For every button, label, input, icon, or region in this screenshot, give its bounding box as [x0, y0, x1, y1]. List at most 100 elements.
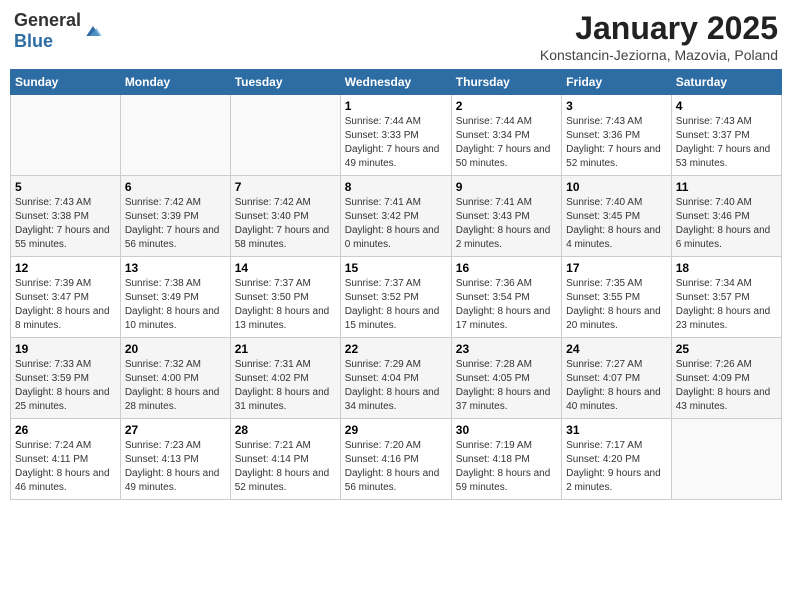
calendar-cell: 23 Sunrise: 7:28 AM Sunset: 4:05 PM Dayli…: [451, 338, 561, 419]
day-number: 28: [235, 423, 336, 437]
day-number: 5: [15, 180, 116, 194]
day-number: 22: [345, 342, 447, 356]
day-number: 1: [345, 99, 447, 113]
day-info: Sunrise: 7:23 AM Sunset: 4:13 PM Dayligh…: [125, 439, 226, 495]
weekday-header-row: SundayMondayTuesdayWednesdayThursdayFrid…: [11, 70, 782, 95]
day-info: Sunrise: 7:31 AM Sunset: 4:02 PM Dayligh…: [235, 358, 336, 414]
calendar-cell: 9 Sunrise: 7:41 AM Sunset: 3:43 PM Daylig…: [451, 176, 561, 257]
day-info: Sunrise: 7:26 AM Sunset: 4:09 PM Dayligh…: [676, 358, 777, 414]
day-number: 3: [566, 99, 667, 113]
day-info: Sunrise: 7:41 AM Sunset: 3:42 PM Dayligh…: [345, 196, 447, 252]
calendar-cell: 22Sunrise: 7:29 AM Sunset: 4:04 PM Dayli…: [340, 338, 451, 419]
day-info: Sunrise: 7:44 AM Sunset: 3:33 PM Dayligh…: [345, 115, 447, 171]
calendar-cell: 1 Sunrise: 7:44 AM Sunset: 3:33 PM Daylig…: [340, 95, 451, 176]
day-info: Sunrise: 7:19 AM Sunset: 4:18 PM Dayligh…: [456, 439, 557, 495]
day-info: Sunrise: 7:43 AM Sunset: 3:37 PM Dayligh…: [676, 115, 777, 171]
calendar-cell: 4 Sunrise: 7:43 AM Sunset: 3:37 PM Daylig…: [671, 95, 781, 176]
calendar-cell: 12Sunrise: 7:39 AM Sunset: 3:47 PM Dayli…: [11, 257, 121, 338]
day-number: 27: [125, 423, 226, 437]
weekday-header-friday: Friday: [562, 70, 672, 95]
day-info: Sunrise: 7:35 AM Sunset: 3:55 PM Dayligh…: [566, 277, 667, 333]
day-info: Sunrise: 7:43 AM Sunset: 3:38 PM Dayligh…: [15, 196, 116, 252]
day-info: Sunrise: 7:43 AM Sunset: 3:36 PM Dayligh…: [566, 115, 667, 171]
day-number: 13: [125, 261, 226, 275]
weekday-header-sunday: Sunday: [11, 70, 121, 95]
weekday-header-tuesday: Tuesday: [230, 70, 340, 95]
day-number: 10: [566, 180, 667, 194]
day-number: 30: [456, 423, 557, 437]
day-info: Sunrise: 7:20 AM Sunset: 4:16 PM Dayligh…: [345, 439, 447, 495]
calendar-cell: 8 Sunrise: 7:41 AM Sunset: 3:42 PM Daylig…: [340, 176, 451, 257]
calendar-cell: 27 Sunrise: 7:23 AM Sunset: 4:13 PM Dayli…: [120, 419, 230, 500]
calendar-cell: 14Sunrise: 7:37 AM Sunset: 3:50 PM Dayli…: [230, 257, 340, 338]
day-info: Sunrise: 7:36 AM Sunset: 3:54 PM Dayligh…: [456, 277, 557, 333]
day-info: Sunrise: 7:24 AM Sunset: 4:11 PM Dayligh…: [15, 439, 116, 495]
day-info: Sunrise: 7:21 AM Sunset: 4:14 PM Dayligh…: [235, 439, 336, 495]
title-block: January 2025 Konstancin-Jeziorna, Mazovi…: [540, 10, 778, 63]
day-number: 15: [345, 261, 447, 275]
calendar-cell: [120, 95, 230, 176]
calendar-cell: 30 Sunrise: 7:19 AM Sunset: 4:18 PM Dayli…: [451, 419, 561, 500]
calendar-cell: 18Sunrise: 7:34 AM Sunset: 3:57 PM Dayli…: [671, 257, 781, 338]
day-info: Sunrise: 7:28 AM Sunset: 4:05 PM Dayligh…: [456, 358, 557, 414]
day-info: Sunrise: 7:37 AM Sunset: 3:52 PM Dayligh…: [345, 277, 447, 333]
day-info: Sunrise: 7:40 AM Sunset: 3:46 PM Dayligh…: [676, 196, 777, 252]
day-number: 20: [125, 342, 226, 356]
day-number: 7: [235, 180, 336, 194]
logo-blue: Blue: [14, 31, 53, 51]
day-number: 26: [15, 423, 116, 437]
weekday-header-monday: Monday: [120, 70, 230, 95]
calendar-cell: 17 Sunrise: 7:35 AM Sunset: 3:55 PM Dayli…: [562, 257, 672, 338]
calendar-cell: 3 Sunrise: 7:43 AM Sunset: 3:36 PM Daylig…: [562, 95, 672, 176]
page-header: General Blue January 2025 Konstancin-Jez…: [10, 10, 782, 63]
day-number: 29: [345, 423, 447, 437]
logo-icon: [83, 21, 103, 41]
day-info: Sunrise: 7:44 AM Sunset: 3:34 PM Dayligh…: [456, 115, 557, 171]
day-info: Sunrise: 7:40 AM Sunset: 3:45 PM Dayligh…: [566, 196, 667, 252]
calendar-cell: 15 Sunrise: 7:37 AM Sunset: 3:52 PM Dayli…: [340, 257, 451, 338]
calendar-cell: 10 Sunrise: 7:40 AM Sunset: 3:45 PM Dayli…: [562, 176, 672, 257]
week-row-5: 26 Sunrise: 7:24 AM Sunset: 4:11 PM Dayli…: [11, 419, 782, 500]
day-info: Sunrise: 7:33 AM Sunset: 3:59 PM Dayligh…: [15, 358, 116, 414]
calendar-cell: 31 Sunrise: 7:17 AM Sunset: 4:20 PM Dayli…: [562, 419, 672, 500]
calendar-cell: 19 Sunrise: 7:33 AM Sunset: 3:59 PM Dayli…: [11, 338, 121, 419]
calendar-cell: 20 Sunrise: 7:32 AM Sunset: 4:00 PM Dayli…: [120, 338, 230, 419]
day-number: 11: [676, 180, 777, 194]
calendar-cell: [230, 95, 340, 176]
day-info: Sunrise: 7:34 AM Sunset: 3:57 PM Dayligh…: [676, 277, 777, 333]
week-row-3: 12Sunrise: 7:39 AM Sunset: 3:47 PM Dayli…: [11, 257, 782, 338]
day-info: Sunrise: 7:17 AM Sunset: 4:20 PM Dayligh…: [566, 439, 667, 495]
day-number: 17: [566, 261, 667, 275]
logo-general: General: [14, 10, 81, 30]
calendar-cell: 7Sunrise: 7:42 AM Sunset: 3:40 PM Daylig…: [230, 176, 340, 257]
subtitle: Konstancin-Jeziorna, Mazovia, Poland: [540, 47, 778, 63]
day-number: 19: [15, 342, 116, 356]
day-number: 9: [456, 180, 557, 194]
calendar-cell: 16 Sunrise: 7:36 AM Sunset: 3:54 PM Dayli…: [451, 257, 561, 338]
calendar-cell: 21 Sunrise: 7:31 AM Sunset: 4:02 PM Dayli…: [230, 338, 340, 419]
day-number: 16: [456, 261, 557, 275]
day-number: 8: [345, 180, 447, 194]
day-info: Sunrise: 7:32 AM Sunset: 4:00 PM Dayligh…: [125, 358, 226, 414]
day-number: 25: [676, 342, 777, 356]
day-number: 2: [456, 99, 557, 113]
weekday-header-saturday: Saturday: [671, 70, 781, 95]
day-info: Sunrise: 7:38 AM Sunset: 3:49 PM Dayligh…: [125, 277, 226, 333]
calendar-cell: 6Sunrise: 7:42 AM Sunset: 3:39 PM Daylig…: [120, 176, 230, 257]
day-info: Sunrise: 7:41 AM Sunset: 3:43 PM Dayligh…: [456, 196, 557, 252]
day-info: Sunrise: 7:39 AM Sunset: 3:47 PM Dayligh…: [15, 277, 116, 333]
calendar-cell: 29 Sunrise: 7:20 AM Sunset: 4:16 PM Dayli…: [340, 419, 451, 500]
day-number: 21: [235, 342, 336, 356]
day-number: 23: [456, 342, 557, 356]
calendar-cell: [671, 419, 781, 500]
week-row-1: 1 Sunrise: 7:44 AM Sunset: 3:33 PM Daylig…: [11, 95, 782, 176]
calendar-cell: [11, 95, 121, 176]
calendar-cell: 24Sunrise: 7:27 AM Sunset: 4:07 PM Dayli…: [562, 338, 672, 419]
weekday-header-thursday: Thursday: [451, 70, 561, 95]
month-title: January 2025: [540, 10, 778, 47]
logo-text: General Blue: [14, 10, 81, 52]
day-number: 4: [676, 99, 777, 113]
day-number: 6: [125, 180, 226, 194]
day-number: 31: [566, 423, 667, 437]
weekday-header-wednesday: Wednesday: [340, 70, 451, 95]
